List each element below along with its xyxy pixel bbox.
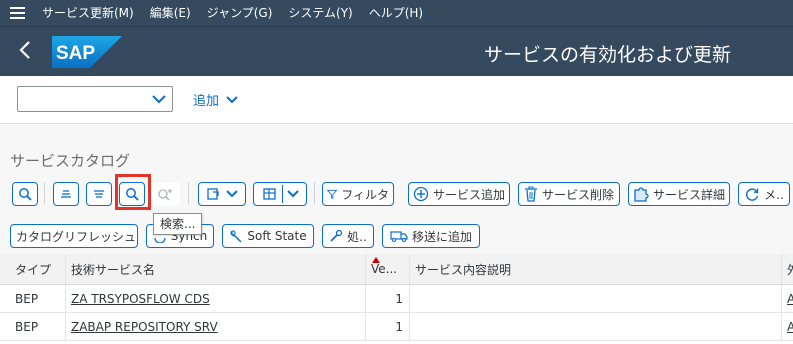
- chevron-down-icon: [226, 95, 238, 103]
- chevron-down-icon: [226, 190, 238, 198]
- sub-toolbar: 追加: [0, 76, 793, 124]
- export-menu-button[interactable]: [198, 182, 246, 206]
- add-icon: [413, 186, 429, 202]
- more-button[interactable]: メ..: [738, 182, 790, 206]
- menu-system[interactable]: システム(Y): [280, 0, 360, 26]
- delete-icon: [524, 186, 537, 202]
- process-label: 処..: [347, 229, 367, 244]
- add-menu-label: 追加: [193, 94, 220, 109]
- add-to-transport-label: 移送に追加: [411, 229, 472, 244]
- content-area: サービスカタログ フィルタ サービス追加 サービス削除 サービス詳細 メ.. カ…: [0, 124, 793, 344]
- toolbar-separator: [314, 182, 315, 204]
- search-tooltip: 検索...: [153, 213, 203, 235]
- cell-description: [410, 313, 782, 340]
- cell-external: A: [782, 313, 793, 340]
- sort-ascending-button[interactable]: [53, 182, 79, 206]
- page-title: サービスの有効化および更新: [483, 44, 731, 66]
- column-header-type[interactable]: タイプ: [10, 254, 66, 284]
- service-name-link[interactable]: ZABAP REPOSITORY SRV: [71, 320, 218, 334]
- zoom-button[interactable]: [12, 182, 38, 206]
- delete-service-label: サービス削除: [541, 187, 614, 202]
- section-title: サービスカタログ: [10, 152, 131, 170]
- filter-button[interactable]: フィルタ: [322, 182, 394, 206]
- cell-technical-name: ZA TRSYPOSFLOW CDS: [66, 285, 366, 312]
- soft-state-label: Soft State: [247, 229, 307, 243]
- sort-descending-icon: [94, 190, 104, 198]
- variant-select[interactable]: [17, 86, 173, 112]
- delete-service-button[interactable]: サービス削除: [518, 182, 620, 206]
- catalog-refresh-label: カタログリフレッシュ: [16, 229, 137, 244]
- filter-button-label: フィルタ: [341, 187, 389, 202]
- add-service-label: サービス追加: [432, 187, 505, 202]
- cell-version: 1: [366, 285, 410, 312]
- sap-logo: SAP: [52, 36, 122, 68]
- cell-version: 1: [366, 313, 410, 340]
- external-link[interactable]: A: [787, 320, 793, 334]
- back-icon[interactable]: [18, 39, 40, 63]
- more-button-label: メ..: [764, 187, 784, 202]
- chevron-down-icon: [286, 190, 299, 198]
- refresh-icon: [746, 188, 759, 201]
- cell-type: BEP: [10, 313, 66, 340]
- service-details-label: サービス詳細: [652, 187, 725, 202]
- table-header-row: タイプ 技術サービス名 Ve... サービス内容説明 外: [0, 254, 793, 285]
- cell-description: [410, 285, 782, 312]
- menu-edit[interactable]: 編集(E): [142, 0, 199, 26]
- zoom-icon: [19, 188, 32, 201]
- search-next-button[interactable]: [152, 182, 180, 206]
- table-settings-icon: [262, 188, 276, 200]
- column-header-description[interactable]: サービス内容説明: [410, 254, 782, 284]
- layout-menu-button[interactable]: [253, 182, 307, 206]
- toolbar-separator: [188, 182, 189, 204]
- add-menu-button[interactable]: 追加: [193, 90, 239, 109]
- table-row[interactable]: BEP ZABAP REPOSITORY SRV 1 A: [0, 313, 793, 341]
- shell-bar: SAP サービスの有効化および更新: [0, 26, 793, 76]
- service-details-button[interactable]: サービス詳細: [628, 182, 730, 206]
- external-link[interactable]: A: [787, 292, 793, 306]
- toolbar-separator: [44, 182, 45, 204]
- soft-state-button[interactable]: Soft State: [222, 224, 314, 248]
- process-button[interactable]: 処..: [322, 224, 374, 248]
- sort-ascending-icon: [61, 190, 71, 198]
- export-icon: [207, 188, 219, 200]
- add-to-transport-button[interactable]: 移送に追加: [382, 224, 480, 248]
- puzzle-icon: [634, 187, 649, 202]
- add-service-button[interactable]: サービス追加: [408, 182, 510, 206]
- column-header-external[interactable]: 外: [782, 254, 793, 284]
- tool-icon: [330, 229, 343, 242]
- catalog-refresh-button[interactable]: カタログリフレッシュ: [10, 224, 138, 248]
- column-header-version[interactable]: Ve...: [366, 254, 410, 284]
- filter-icon: [327, 189, 338, 200]
- menu-jump[interactable]: ジャンプ(G): [199, 0, 281, 26]
- column-header-technical-name[interactable]: 技術サービス名: [66, 254, 366, 284]
- search-next-icon: [158, 189, 172, 201]
- cell-technical-name: ZABAP REPOSITORY SRV: [66, 313, 366, 340]
- table-row[interactable]: BEP ZA TRSYPOSFLOW CDS 1 A: [0, 285, 793, 313]
- hamburger-menu-icon[interactable]: [0, 0, 34, 26]
- service-name-link[interactable]: ZA TRSYPOSFLOW CDS: [71, 292, 210, 306]
- menu-help[interactable]: ヘルプ(H): [361, 0, 431, 26]
- cell-external: A: [782, 285, 793, 312]
- menu-bar: サービス更新(M) 編集(E) ジャンプ(G) システム(Y) ヘルプ(H): [0, 0, 793, 26]
- sort-descending-button[interactable]: [86, 182, 112, 206]
- sap-logo-text: SAP: [56, 43, 95, 64]
- wrench-icon: [230, 230, 242, 243]
- truck-icon: [390, 231, 408, 243]
- cell-type: BEP: [10, 285, 66, 312]
- menu-service-update[interactable]: サービス更新(M): [34, 0, 142, 26]
- chevron-down-icon: [152, 95, 166, 104]
- search-button-highlight: [115, 174, 151, 210]
